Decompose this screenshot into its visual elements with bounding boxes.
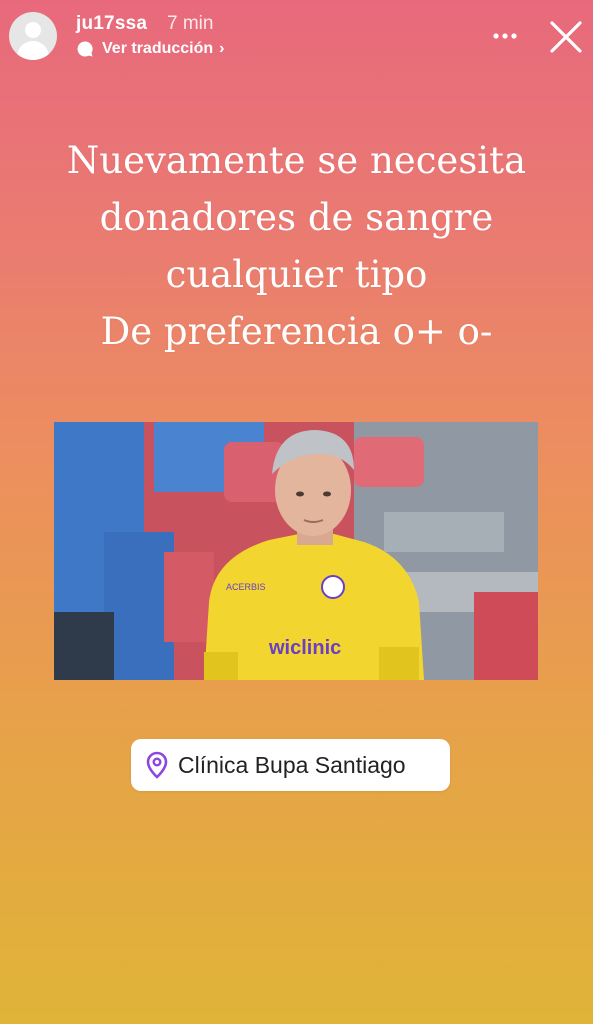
post-time: 7 min (167, 13, 214, 34)
player-photo-illustration: ACERBIS wiclinic (54, 422, 538, 680)
more-options-icon[interactable] (488, 22, 524, 46)
chevron-right-icon: › (219, 40, 225, 57)
headline-line: donadores de sangre (99, 196, 494, 239)
translate-label: Ver traducción (102, 40, 214, 57)
location-label: Clínica Bupa Santiago (178, 751, 406, 778)
avatar-body-shape (17, 41, 49, 60)
player-photo: ACERBIS wiclinic (54, 422, 538, 680)
avatar[interactable] (9, 12, 57, 60)
translate-link[interactable]: Ver traducción › (76, 38, 224, 60)
close-icon[interactable] (546, 17, 586, 57)
location-pin-icon (146, 751, 168, 779)
sponsor-logo: wiclinic (268, 637, 341, 659)
speech-bubble-icon (77, 41, 93, 57)
headline-line: Nuevamente se necesita (66, 139, 527, 182)
jersey-brand: ACERBIS (226, 582, 266, 592)
location-sticker[interactable]: Clínica Bupa Santiago (131, 739, 450, 791)
story-headline: Nuevamente se necesita donadores de sang… (30, 132, 563, 360)
story-header: ju17ssa 7 min Ver traducción › (0, 0, 593, 70)
username[interactable]: ju17ssa (76, 13, 147, 35)
avatar-head-shape (25, 22, 41, 38)
headline-line: De preferencia o+ o- (100, 310, 493, 353)
headline-line: cualquier tipo (165, 253, 428, 296)
